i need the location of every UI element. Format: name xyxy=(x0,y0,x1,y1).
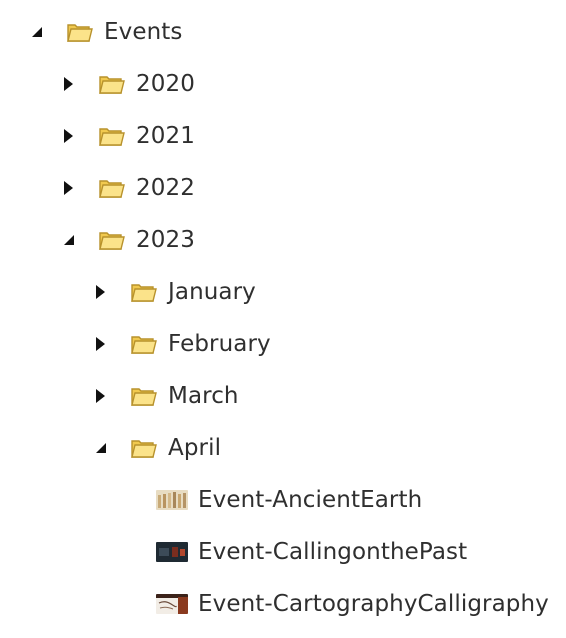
expand-triangle-icon[interactable] xyxy=(92,335,110,353)
tree-node-item[interactable]: Event-CartographyCalligraphy xyxy=(156,584,549,624)
tree-node-item[interactable]: Event-CallingonthePast xyxy=(156,532,467,572)
tree-node-month[interactable]: March xyxy=(92,376,239,416)
tree-node-month[interactable]: April xyxy=(92,428,221,468)
expand-triangle-icon[interactable] xyxy=(60,75,78,93)
tree-node-label: 2022 xyxy=(136,175,195,201)
content-tree: Events 2020 2021 2022 2023 January Febru… xyxy=(0,0,566,638)
collapse-triangle-icon[interactable] xyxy=(60,231,78,249)
collapse-triangle-icon[interactable] xyxy=(92,439,110,457)
expand-triangle-icon[interactable] xyxy=(92,283,110,301)
tree-node-year[interactable]: 2020 xyxy=(60,64,195,104)
tree-node-label: January xyxy=(168,279,256,305)
folder-icon xyxy=(128,381,158,411)
folder-icon xyxy=(96,173,126,203)
collapse-triangle-icon[interactable] xyxy=(28,23,46,41)
tree-node-label: February xyxy=(168,331,271,357)
image-thumbnail-icon xyxy=(156,490,188,510)
tree-node-month[interactable]: January xyxy=(92,272,256,312)
tree-node-label: 2020 xyxy=(136,71,195,97)
folder-icon xyxy=(96,69,126,99)
folder-icon xyxy=(64,17,94,47)
expand-triangle-icon[interactable] xyxy=(60,127,78,145)
tree-node-label: Event-AncientEarth xyxy=(198,487,423,513)
folder-icon xyxy=(96,121,126,151)
tree-node-label: March xyxy=(168,383,239,409)
tree-node-label: Event-CartographyCalligraphy xyxy=(198,591,549,617)
folder-icon xyxy=(128,277,158,307)
tree-node-events[interactable]: Events xyxy=(28,12,182,52)
tree-node-year[interactable]: 2022 xyxy=(60,168,195,208)
tree-node-month[interactable]: February xyxy=(92,324,271,364)
folder-icon xyxy=(96,225,126,255)
expand-triangle-icon[interactable] xyxy=(92,387,110,405)
expand-triangle-icon[interactable] xyxy=(60,179,78,197)
image-thumbnail-icon xyxy=(156,594,188,614)
tree-node-label: April xyxy=(168,435,222,461)
tree-node-year[interactable]: 2021 xyxy=(60,116,195,156)
folder-icon xyxy=(128,433,158,463)
tree-node-item[interactable]: Event-AncientEarth xyxy=(156,480,422,520)
tree-node-label: 2023 xyxy=(136,227,195,253)
tree-node-year[interactable]: 2023 xyxy=(60,220,195,260)
folder-icon xyxy=(128,329,158,359)
tree-node-label: 2021 xyxy=(136,123,195,149)
tree-node-label: Events xyxy=(104,19,183,45)
tree-node-label: Event-CallingonthePast xyxy=(198,539,468,565)
image-thumbnail-icon xyxy=(156,542,188,562)
